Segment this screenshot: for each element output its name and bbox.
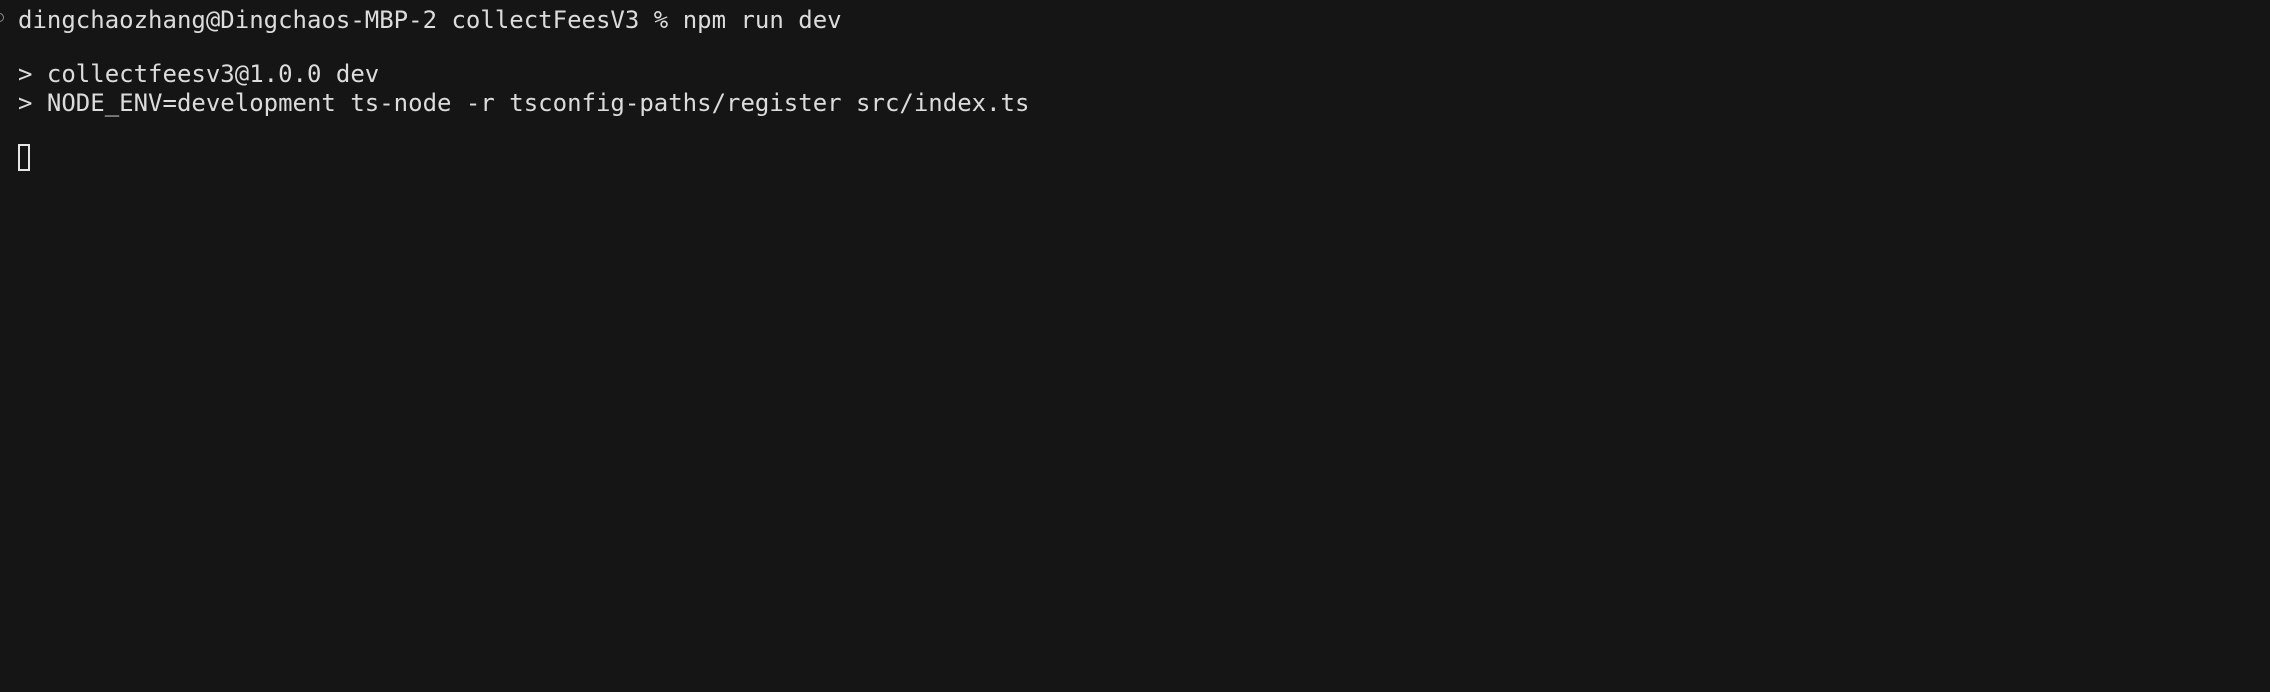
output-line-script-name: > collectfeesv3@1.0.0 dev — [18, 60, 380, 88]
prompt-command: npm run dev — [682, 6, 842, 34]
prompt-line: dingchaozhang@Dingchaos-MBP-2 collectFee… — [18, 5, 842, 35]
prompt-directory: collectFeesV3 — [451, 6, 640, 34]
prompt-symbol: % — [653, 6, 669, 34]
terminal-window[interactable]: dingchaozhang@Dingchaos-MBP-2 collectFee… — [0, 0, 2270, 692]
prompt-user-host: dingchaozhang@Dingchaos-MBP-2 — [18, 6, 438, 34]
command-mark-icon[interactable] — [0, 13, 4, 22]
block-cursor-icon[interactable] — [18, 144, 30, 171]
output-line-script-command: > NODE_ENV=development ts-node -r tsconf… — [18, 89, 1030, 117]
